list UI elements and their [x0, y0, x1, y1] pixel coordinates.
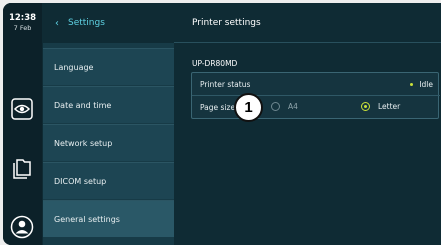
menu-item-network-setup[interactable]: Network setup — [43, 124, 174, 161]
printer-status-value: Idle — [419, 80, 433, 89]
radio-checked-icon — [361, 102, 370, 111]
menu-item-label: General settings — [54, 214, 120, 224]
archive-button[interactable] — [7, 155, 37, 183]
menu-item-general-settings[interactable]: General settings — [43, 200, 174, 237]
menu-item-dicom-setup[interactable]: DICOM setup — [43, 162, 174, 199]
clock-date: 7 Feb — [13, 24, 32, 32]
status-badge: Idle — [410, 80, 433, 89]
clock-time: 12:38 — [8, 13, 37, 23]
page-size-row: Page size A4 Letter — [192, 96, 440, 119]
live-view-button[interactable] — [7, 95, 37, 123]
screen: 12:38 7 Feb ‹ Settings Language Date and… — [3, 3, 441, 245]
printer-model: UP-DR80MD — [192, 59, 238, 68]
menu-item-label: Network setup — [54, 138, 113, 148]
user-icon — [10, 215, 34, 239]
settings-menu: ‹ Settings Language Date and time Networ… — [43, 3, 174, 245]
printer-settings-card: Printer status Idle Page size A4 Letter — [191, 72, 440, 119]
printer-status-label: Printer status — [200, 79, 251, 89]
device-frame: 12:38 7 Feb ‹ Settings Language Date and… — [0, 0, 441, 245]
menu-item-date-and-time[interactable]: Date and time — [43, 86, 174, 123]
menu-item-label: DICOM setup — [54, 176, 107, 186]
eye-icon — [11, 98, 33, 120]
back-to-settings-button[interactable]: ‹ Settings — [43, 3, 174, 43]
radio-label: A4 — [288, 102, 298, 111]
status-dot-icon — [410, 83, 414, 86]
chevron-left-icon: ‹ — [55, 17, 59, 29]
back-label: Settings — [68, 18, 105, 28]
callout-marker: 1 — [234, 93, 263, 122]
menu-item-language[interactable]: Language — [43, 48, 174, 85]
clock: 12:38 7 Feb — [3, 13, 42, 33]
radio-label: Letter — [378, 102, 401, 111]
printer-settings-panel: Printer settings UP-DR80MD Printer statu… — [174, 3, 441, 245]
menu-item-label: Date and time — [54, 100, 112, 110]
side-rail: 12:38 7 Feb — [3, 3, 42, 245]
page-title: Printer settings — [174, 3, 441, 43]
page-size-a4-radio[interactable]: A4 — [271, 102, 298, 111]
page-size-letter-radio[interactable]: Letter — [361, 102, 400, 111]
page-size-label: Page size — [200, 103, 236, 112]
files-icon — [13, 159, 31, 179]
radio-unchecked-icon — [271, 102, 280, 111]
printer-status-row: Printer status Idle — [192, 73, 440, 96]
menu-item-label: Language — [54, 62, 94, 72]
user-button[interactable] — [7, 213, 37, 241]
